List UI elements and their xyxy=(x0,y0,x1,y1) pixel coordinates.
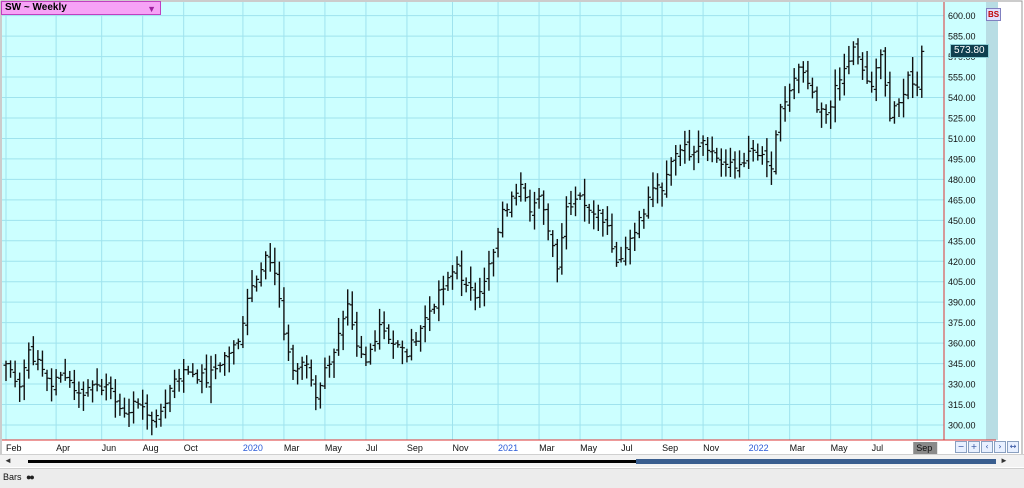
x-tick-label: Feb xyxy=(6,443,22,453)
y-tick-label: 555.00 xyxy=(948,73,976,83)
y-tick-label: 525.00 xyxy=(948,113,976,123)
y-tick-label: 480.00 xyxy=(948,175,976,185)
price-axis-strip xyxy=(986,2,998,440)
chart-mode-label[interactable]: Bars xyxy=(3,472,22,482)
x-tick-label: Nov xyxy=(703,443,720,453)
y-tick-label: 405.00 xyxy=(948,277,976,287)
horizontal-scrollbar[interactable]: ◄ ► xyxy=(0,454,1024,467)
x-tick-label: 2020 xyxy=(243,443,263,453)
x-tick-label: Jul xyxy=(621,443,633,453)
triangle-down-icon[interactable]: ▼ xyxy=(147,3,156,15)
y-tick-label: 330.00 xyxy=(948,380,976,390)
y-tick-label: 375.00 xyxy=(948,318,976,328)
y-tick-label: 300.00 xyxy=(948,420,976,430)
bs-badge[interactable]: BS xyxy=(986,8,1001,21)
x-tick-label: Jun xyxy=(102,443,117,453)
y-tick-label: 420.00 xyxy=(948,257,976,267)
x-tick-label: May xyxy=(580,443,598,453)
x-tick-label: Sep xyxy=(662,443,678,453)
y-tick-label: 345.00 xyxy=(948,359,976,369)
scroll-thumb[interactable] xyxy=(636,459,996,464)
expand-icon[interactable]: ↔ xyxy=(1007,441,1019,453)
x-tick-label: Apr xyxy=(56,443,70,453)
x-tick-label: Mar xyxy=(539,443,555,453)
y-tick-label: 510.00 xyxy=(948,134,976,144)
price-chart[interactable]: 600.00585.00570.00555.00540.00525.00510.… xyxy=(0,0,1024,454)
y-tick-label: 600.00 xyxy=(948,11,976,21)
chart-window: 600.00585.00570.00555.00540.00525.00510.… xyxy=(0,0,1024,488)
x-tick-label: Jul xyxy=(366,443,378,453)
scroll-left-icon[interactable]: ‹ xyxy=(981,441,993,453)
x-tick-label: Nov xyxy=(452,443,469,453)
x-tick-label: Aug xyxy=(143,443,159,453)
last-price-tag: 573.80 xyxy=(950,44,989,59)
symbol-selector[interactable]: SW ~ Weekly ▼ xyxy=(1,1,161,15)
x-tick-label-current: Sep xyxy=(916,443,932,453)
zoom-in-icon[interactable]: + xyxy=(968,441,980,453)
x-tick-label: 2022 xyxy=(749,443,769,453)
y-tick-label: 315.00 xyxy=(948,400,976,410)
x-tick-label: May xyxy=(831,443,849,453)
y-tick-label: 435.00 xyxy=(948,236,976,246)
x-tick-label: Sep xyxy=(407,443,423,453)
x-tick-label: 2021 xyxy=(498,443,518,453)
y-tick-label: 540.00 xyxy=(948,93,976,103)
y-tick-label: 360.00 xyxy=(948,339,976,349)
binoculars-icon[interactable]: ●● xyxy=(26,472,35,482)
y-tick-label: 495.00 xyxy=(948,154,976,164)
y-tick-label: 390.00 xyxy=(948,298,976,308)
y-tick-label: 585.00 xyxy=(948,32,976,42)
x-tick-label: May xyxy=(325,443,343,453)
zoom-out-icon[interactable]: − xyxy=(955,441,967,453)
scroll-arrow-left-icon[interactable]: ◄ xyxy=(4,456,12,465)
y-tick-label: 450.00 xyxy=(948,216,976,226)
x-tick-label: Oct xyxy=(184,443,199,453)
scroll-arrow-right-icon[interactable]: ► xyxy=(1000,456,1008,465)
y-tick-label: 465.00 xyxy=(948,195,976,205)
scroll-right-icon[interactable]: › xyxy=(994,441,1006,453)
x-tick-label: Jul xyxy=(872,443,884,453)
x-tick-label: Mar xyxy=(284,443,300,453)
symbol-label: SW ~ Weekly xyxy=(5,2,67,13)
status-bar: Bars ●● xyxy=(0,468,1024,488)
x-tick-label: Mar xyxy=(790,443,806,453)
